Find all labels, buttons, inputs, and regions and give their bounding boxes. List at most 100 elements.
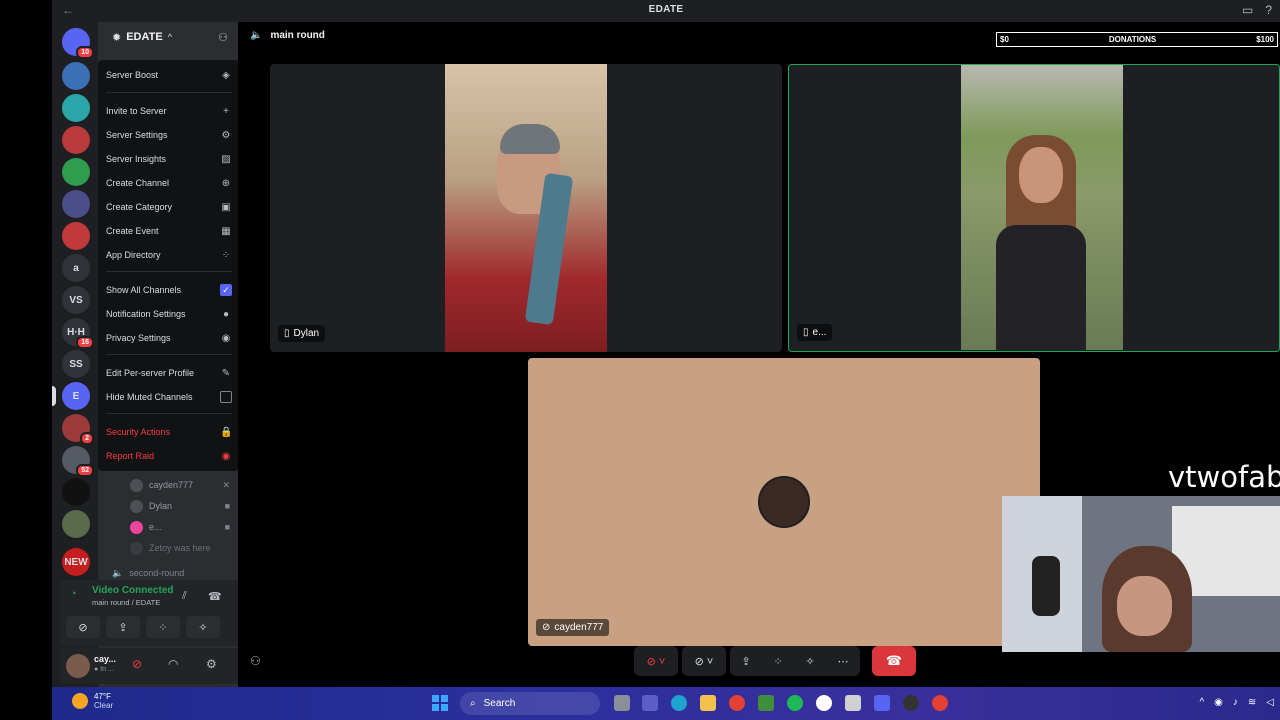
guild-icon[interactable] xyxy=(62,222,90,250)
checkbox[interactable] xyxy=(220,391,232,403)
voice-user[interactable]: e... ■ xyxy=(130,519,230,535)
signal-icon[interactable]: ◔ xyxy=(70,588,77,600)
guild-icon[interactable]: H·H 16 xyxy=(62,318,94,349)
guild-icon[interactable] xyxy=(62,190,90,218)
noise-suppression-icon[interactable]: ⫽ xyxy=(182,590,187,603)
menu-item-show-all-channels[interactable]: Show All Channels ✓ xyxy=(106,281,232,299)
camera-button[interactable]: ⊘ ˅ xyxy=(682,646,726,676)
microphone-icon[interactable]: ♪ xyxy=(1233,697,1238,708)
menu-item-edit-per-server-profile[interactable]: Edit Per-server Profile ✎ xyxy=(106,364,232,382)
server-header[interactable]: ✹ EDATE ^ ⚇ xyxy=(98,22,238,52)
store-icon[interactable] xyxy=(845,695,861,711)
menu-item-notification-settings[interactable]: Notification Settings ● xyxy=(106,305,232,323)
menu-item-app-directory[interactable]: App Directory ⁘ xyxy=(106,246,232,264)
disconnect-icon[interactable]: ☎ xyxy=(208,590,222,603)
discord-icon[interactable] xyxy=(874,695,890,711)
server-settings-icon: ⚙ xyxy=(221,129,231,141)
menu-item-create-category[interactable]: Create Category ▣ xyxy=(106,198,232,216)
video-tile-dylan[interactable]: ▯ Dylan xyxy=(270,64,782,352)
create-event-icon: ▦ xyxy=(221,225,231,237)
avatar[interactable] xyxy=(66,654,90,678)
mobile-icon: ▯ xyxy=(803,327,809,338)
guild-icon[interactable]: 52 xyxy=(62,446,94,477)
menu-item-label: Server Boost xyxy=(106,70,159,80)
more-icon[interactable]: ⋯ xyxy=(838,655,849,668)
headphones-icon[interactable]: ◠ xyxy=(168,657,178,671)
menu-item-hide-muted-channels[interactable]: Hide Muted Channels xyxy=(106,388,232,406)
guild-icon[interactable]: SS xyxy=(62,350,90,378)
menu-item-server-boost[interactable]: Server Boost ◈ xyxy=(106,66,232,84)
activities-button[interactable]: ⁘ xyxy=(146,616,180,638)
soundboard-button[interactable]: ✧ xyxy=(186,616,220,638)
github-icon[interactable] xyxy=(903,695,919,711)
add-member-icon[interactable]: ⚇ xyxy=(218,31,228,44)
voice-channel-link[interactable]: main round / EDATE xyxy=(92,598,160,607)
mobile-icon: ▯ xyxy=(284,328,290,339)
menu-item-security-actions[interactable]: Security Actions 🔒 xyxy=(106,423,232,441)
guild-icon[interactable] xyxy=(62,94,90,122)
voice-user[interactable]: Zetoy was here xyxy=(130,540,230,556)
app-tray-icon[interactable]: ◉ xyxy=(1214,697,1223,708)
volume-icon[interactable]: ◁ xyxy=(1266,697,1274,708)
guild-icon[interactable]: E xyxy=(52,382,90,410)
mute-button[interactable]: ⊘ ˅ xyxy=(634,646,678,676)
chrome-icon[interactable] xyxy=(729,695,745,711)
edge-icon[interactable] xyxy=(671,695,687,711)
settings-gear-icon[interactable]: ⚙ xyxy=(206,657,217,671)
guild-icon[interactable] xyxy=(62,510,90,538)
next-channel[interactable]: 🔈 second-round xyxy=(112,568,184,579)
menu-item-report-raid[interactable]: Report Raid ◉ xyxy=(106,447,232,465)
guild-icon[interactable] xyxy=(62,158,90,186)
menu-item-create-event[interactable]: Create Event ▦ xyxy=(106,222,232,240)
file-explorer-icon[interactable] xyxy=(700,695,716,711)
guild-icon[interactable] xyxy=(62,126,90,154)
chevron-up-icon[interactable]: ^ xyxy=(1199,697,1204,708)
menu-item-server-insights[interactable]: Server Insights ▨ xyxy=(106,150,232,168)
menu-item-invite-to-server[interactable]: Invite to Server + xyxy=(106,102,232,120)
windows-start-icon[interactable] xyxy=(432,695,448,711)
voice-user[interactable]: Dylan ■ xyxy=(130,498,230,514)
weather-widget[interactable]: 47°F Clear xyxy=(72,692,113,710)
voice-user-name: Dylan xyxy=(149,501,173,511)
menu-item-label: Create Event xyxy=(106,226,159,236)
menu-item-server-settings[interactable]: Server Settings ⚙ xyxy=(106,126,232,144)
camera-icon: ■ xyxy=(224,501,230,511)
help-icon[interactable]: ? xyxy=(1265,3,1272,17)
screen-share-button[interactable]: ⇪ xyxy=(106,616,140,638)
camera-icon: ■ xyxy=(224,522,230,532)
streamer-webcam xyxy=(1002,496,1280,652)
server-dropdown-menu: Server Boost ◈ Invite to Server + Server Set… xyxy=(98,60,239,471)
avatar xyxy=(130,541,143,555)
voice-connection-panel: ◔ Video Connected main round / EDATE ⫽ ☎… xyxy=(60,580,238,646)
video-tile-e[interactable]: ▯ e... xyxy=(788,64,1280,352)
minecraft-icon[interactable] xyxy=(758,695,774,711)
chrome-icon[interactable] xyxy=(932,695,948,711)
screen-share-icon[interactable]: ⇪ xyxy=(741,655,750,668)
camera-button[interactable]: ⊘ xyxy=(66,616,100,638)
xbox-icon[interactable] xyxy=(816,695,832,711)
guild-icon[interactable]: NEW xyxy=(62,548,90,576)
menu-item-create-channel[interactable]: Create Channel ⊕ xyxy=(106,174,232,192)
guild-icon[interactable] xyxy=(62,62,90,90)
guild-icon[interactable]: 2 xyxy=(62,414,94,445)
guild-icon[interactable]: 10 xyxy=(62,28,94,59)
guild-icon[interactable] xyxy=(62,478,90,506)
menu-item-label: Privacy Settings xyxy=(106,333,171,343)
spotify-icon[interactable] xyxy=(787,695,803,711)
voice-user[interactable]: cayden777 ✕ xyxy=(130,477,230,493)
guild-icon[interactable]: VS xyxy=(62,286,90,314)
activities-icon[interactable]: ⁘ xyxy=(773,655,782,668)
checkbox[interactable]: ✓ xyxy=(220,284,232,296)
invite-icon[interactable]: ⚇ xyxy=(250,654,261,668)
teams-icon[interactable] xyxy=(642,695,658,711)
wifi-icon[interactable]: ≋ xyxy=(1248,697,1256,708)
soundboard-icon[interactable]: ✧ xyxy=(806,655,815,668)
video-tile-cayden777[interactable]: ⊘ cayden777 xyxy=(528,358,1040,646)
task-view-icon[interactable] xyxy=(614,695,630,711)
taskbar-search[interactable]: ⌕ Search xyxy=(460,692,600,715)
inbox-icon[interactable]: ▭ xyxy=(1242,3,1253,17)
hang-up-button[interactable]: ☎ xyxy=(872,646,916,676)
guild-icon[interactable]: a xyxy=(62,254,90,282)
mic-muted-icon[interactable]: ⊘ xyxy=(132,657,142,671)
menu-item-privacy-settings[interactable]: Privacy Settings ◉ xyxy=(106,329,232,347)
